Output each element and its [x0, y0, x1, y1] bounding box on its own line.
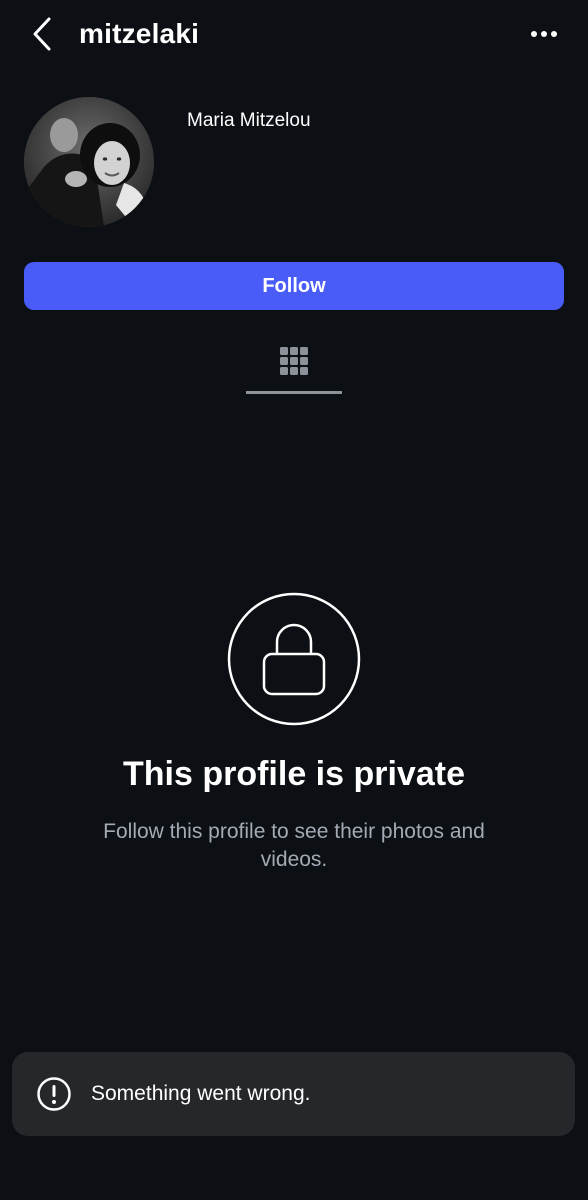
error-toast: Something went wrong. [12, 1052, 575, 1136]
top-bar: mitzelaki [0, 0, 588, 68]
grid-icon [280, 347, 308, 375]
profile-username: mitzelaki [79, 18, 200, 49]
private-profile-title: This profile is private [123, 755, 465, 793]
chevron-left-icon [33, 17, 51, 51]
avatar[interactable] [24, 97, 154, 227]
active-tab-indicator [246, 391, 342, 394]
follow-button[interactable]: Follow [24, 262, 564, 310]
more-options-button[interactable] [526, 18, 562, 50]
profile-display-name: Maria Mitzelou [187, 110, 311, 131]
exclamation-circle-icon [37, 1077, 71, 1111]
tab-posts-grid[interactable] [246, 338, 342, 394]
profile-photo [24, 97, 154, 227]
lock-icon [227, 592, 361, 726]
private-profile-subtitle: Follow this profile to see their photos … [103, 820, 485, 871]
back-button[interactable] [26, 14, 58, 54]
more-horizontal-icon [531, 31, 557, 37]
toast-message: Something went wrong. [91, 1082, 311, 1105]
